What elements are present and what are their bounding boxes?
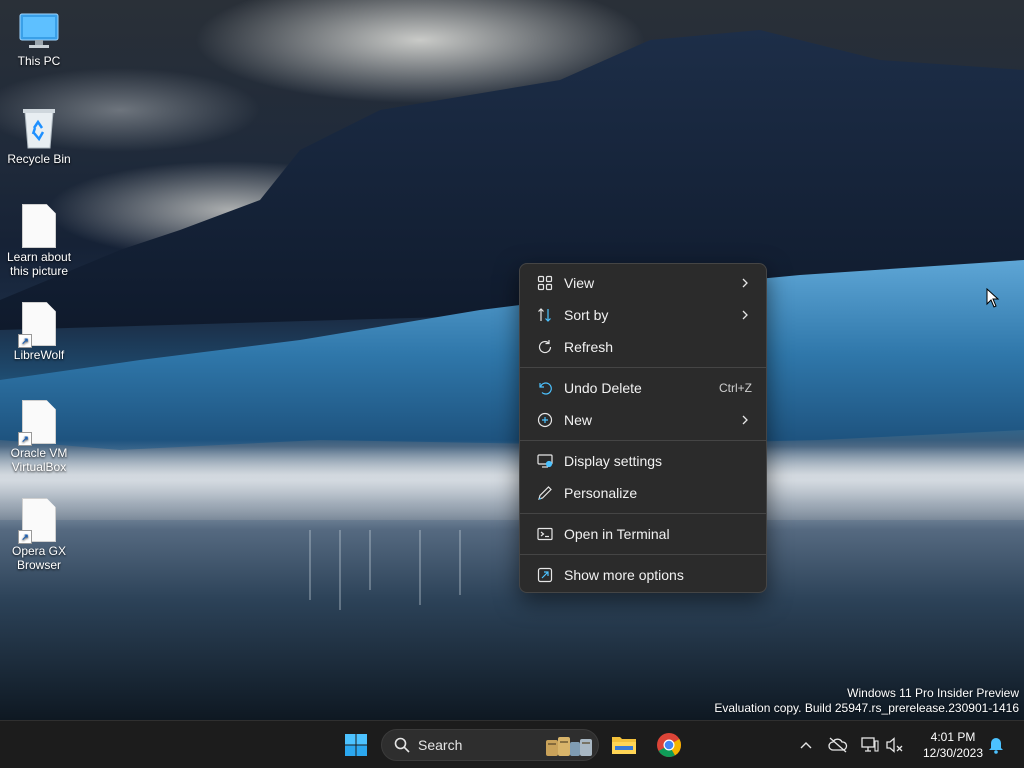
desktop-icon-librewolf[interactable]: ↗ LibreWolf [2,302,76,362]
menu-item-refresh[interactable]: Refresh [524,331,762,363]
pen-icon [536,484,554,502]
desktop-context-menu: View Sort by Refresh Undo Delete Ctrl+Z … [519,263,767,593]
menu-item-shortcut: Ctrl+Z [719,381,752,395]
watermark-line-1: Windows 11 Pro Insider Preview [847,686,1019,700]
folder-icon [612,737,636,754]
fog-band [0,440,1024,530]
tray-volume[interactable] [885,735,905,755]
desktop-icon-label: Opera GX Browser [11,544,67,572]
menu-separator [520,554,766,555]
notification-center-button[interactable] [986,735,1006,755]
undo-icon [536,379,554,397]
mouse-cursor-icon [986,288,1000,308]
windows-logo-icon [345,734,367,756]
menu-item-view[interactable]: View [524,267,762,299]
desktop-icon-learn-about-picture[interactable]: Learn about this picture [2,204,76,278]
menu-item-label: View [564,275,595,291]
shortcut-arrow-icon: ↗ [18,530,32,544]
menu-separator [520,440,766,441]
menu-item-label: Show more options [564,567,684,583]
cloud-offline-icon [828,737,848,753]
menu-item-sort-by[interactable]: Sort by [524,299,762,331]
bell-icon [989,738,1003,754]
menu-separator [520,513,766,514]
taskbar-chrome[interactable] [651,727,687,763]
desktop[interactable]: This PC Recycle Bin Learn about this pic… [0,0,1024,720]
display-settings-icon [536,452,554,470]
build-watermark: Windows 11 Pro Insider Preview Evaluatio… [714,686,1019,716]
file-shortcut-icon: ↗ [18,302,56,348]
search-highlight-icon [544,734,594,758]
desktop-icon-opera-gx[interactable]: ↗ Opera GX Browser [2,498,76,572]
desktop-icon-label: Recycle Bin [7,152,71,166]
menu-item-show-more-options[interactable]: Show more options [524,559,762,591]
chevron-right-icon [740,278,750,288]
taskbar-file-explorer[interactable] [606,727,642,763]
start-button[interactable] [338,727,374,763]
recycle-bin-icon [21,106,57,150]
desktop-icon-virtualbox[interactable]: ↗ Oracle VM VirtualBox [2,400,76,474]
menu-item-label: New [564,412,593,428]
wallpaper [0,30,1024,720]
taskbar: Search 4:01 PM 12/30/2023 [0,720,1024,768]
tray-network[interactable] [860,735,880,755]
tray-onedrive[interactable] [828,735,848,755]
taskbar-search-box[interactable]: Search [381,729,599,761]
shortcut-arrow-icon: ↗ [18,432,32,446]
show-more-icon [536,566,554,584]
chevron-up-icon [800,742,812,749]
monitor-icon [18,12,60,52]
menu-item-label: Display settings [564,453,663,469]
chevron-right-icon [740,415,750,425]
terminal-icon [536,525,554,543]
desktop-icon-label: Oracle VM VirtualBox [10,446,68,474]
search-icon [394,737,410,753]
search-placeholder: Search [418,737,463,753]
menu-separator [520,367,766,368]
new-plus-icon [536,411,554,429]
menu-item-undo-delete[interactable]: Undo Delete Ctrl+Z [524,372,762,404]
file-shortcut-icon: ↗ [18,400,56,446]
menu-item-label: Open in Terminal [564,526,670,542]
refresh-icon [536,338,554,356]
desktop-icon-label: This PC [17,54,61,68]
sort-icon [536,306,554,324]
clock-time: 4:01 PM [930,730,976,744]
chevron-right-icon [740,310,750,320]
menu-item-label: Sort by [564,307,609,323]
desktop-icon-recycle-bin[interactable]: Recycle Bin [2,106,76,166]
taskbar-clock[interactable]: 4:01 PM 12/30/2023 [913,729,993,761]
shortcut-arrow-icon: ↗ [18,334,32,348]
file-shortcut-icon: ↗ [18,498,56,544]
clock-date: 12/30/2023 [922,746,984,760]
menu-item-label: Undo Delete [564,380,642,396]
file-icon [22,204,56,248]
menu-item-new[interactable]: New [524,404,762,436]
view-grid-icon [536,274,554,292]
network-icon [861,737,879,752]
menu-item-open-in-terminal[interactable]: Open in Terminal [524,518,762,550]
menu-item-label: Personalize [564,485,638,501]
menu-item-label: Refresh [564,339,614,355]
desktop-icon-label: LibreWolf [13,348,65,362]
volume-muted-icon [886,737,903,753]
menu-item-display-settings[interactable]: Display settings [524,445,762,477]
watermark-line-2: Evaluation copy. Build 25947.rs_prerelea… [714,701,1019,715]
tray-show-hidden-icons[interactable] [796,735,816,755]
chrome-icon [657,733,681,758]
desktop-icon-label: Learn about this picture [6,250,72,278]
menu-item-personalize[interactable]: Personalize [524,477,762,509]
desktop-icon-this-pc[interactable]: This PC [2,12,76,68]
